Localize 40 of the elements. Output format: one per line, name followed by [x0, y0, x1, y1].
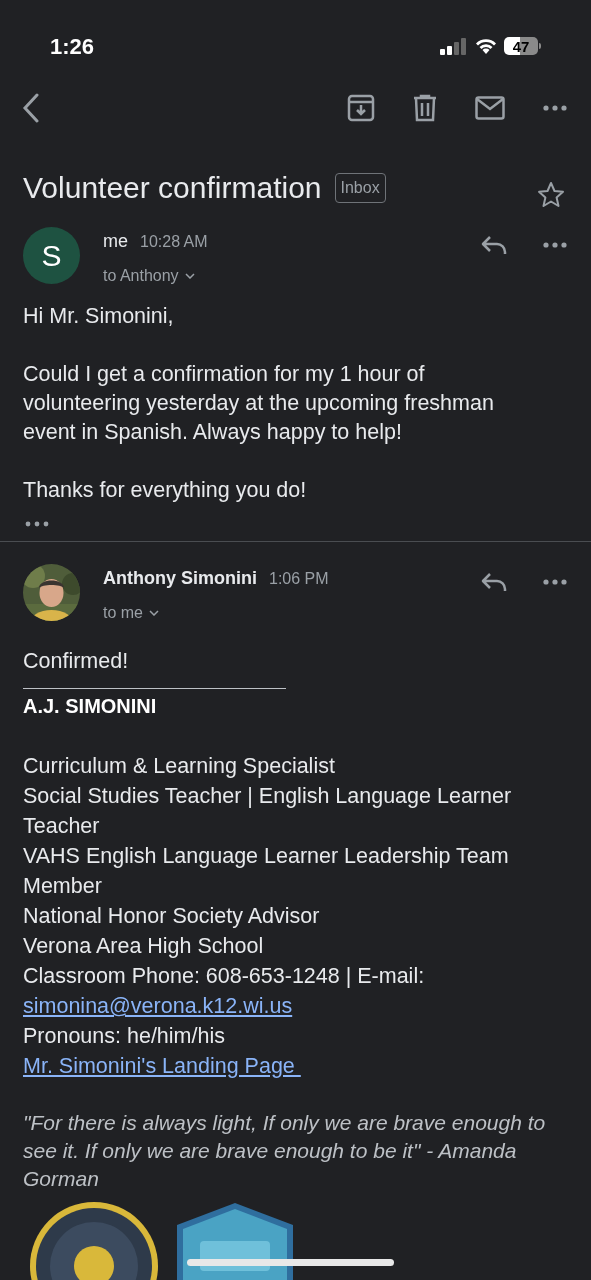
signature-line: Classroom Phone: 608-653-1248 | E-mail:	[23, 963, 426, 990]
more-icon[interactable]	[543, 579, 567, 585]
recipient-dropdown[interactable]: to me	[103, 601, 159, 625]
status-time: 1:26	[50, 32, 95, 61]
signature-line: Pronouns: he/him/his	[23, 1023, 226, 1050]
subject-title: Volunteer confirmation	[23, 173, 322, 203]
message-text: Confirmed!	[23, 648, 130, 675]
mail-icon[interactable]	[475, 96, 505, 120]
wifi-icon	[474, 37, 498, 55]
inbox-label[interactable]: Inbox	[334, 173, 386, 203]
message-text: Hi Mr. Simonini,	[23, 303, 175, 330]
message-time: 10:28 AM	[140, 232, 208, 252]
reply-icon[interactable]	[481, 572, 507, 592]
message-time: 1:06 PM	[269, 569, 329, 589]
signature-name: A.J. SIMONINI	[23, 694, 158, 719]
signature-line: National Honor Society Advisor	[23, 903, 321, 930]
signature-quote: "For there is always light, If only we are brave enough to see it. If only we are brave enough to be it" - Amanda Gorman	[23, 1110, 547, 1192]
signature-line: VAHS English Language Learner Leadership Team Member	[23, 843, 510, 900]
signature-line: Social Studies Teacher | English Language Learner Teacher	[23, 783, 513, 840]
chevron-down-icon[interactable]	[149, 610, 159, 616]
more-icon[interactable]	[543, 105, 567, 111]
message-text: Could I get a confirmation for my 1 hour of volunteering yesterday at the upcoming freshman event in Spanish. Always happy to help!	[23, 361, 495, 446]
message-text: Thanks for everything you do!	[23, 477, 308, 504]
trash-icon[interactable]	[413, 94, 437, 122]
archive-icon[interactable]	[347, 94, 375, 122]
more-icon[interactable]	[543, 242, 567, 248]
signature-line: Curriculum & Learning Specialist	[23, 753, 336, 780]
sender-name: me	[103, 230, 128, 253]
email-link[interactable]: simonina@verona.k12.wi.us	[23, 994, 293, 1018]
back-button[interactable]	[22, 93, 40, 123]
show-trimmed-button[interactable]	[25, 521, 49, 527]
recipient-dropdown[interactable]: to Anthony	[103, 264, 195, 288]
reply-icon[interactable]	[481, 235, 507, 255]
landing-page-link[interactable]: Mr. Simonini's Landing Page	[23, 1054, 301, 1078]
star-icon[interactable]	[537, 181, 565, 209]
sender-name: Anthony Simonini	[103, 567, 257, 590]
chevron-down-icon[interactable]	[184, 273, 195, 279]
signature-line: Verona Area High School	[23, 933, 265, 960]
signal-icon	[440, 37, 468, 55]
avatar: S	[23, 227, 80, 284]
